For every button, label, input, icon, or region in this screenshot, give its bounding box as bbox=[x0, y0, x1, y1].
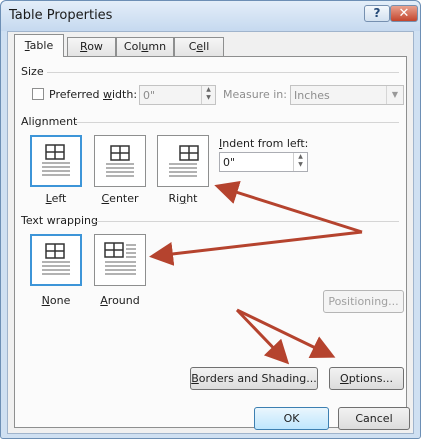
align-left-label[interactable]: Left bbox=[26, 192, 86, 205]
indent-from-left-spinner[interactable]: 0" ▲ ▼ bbox=[219, 152, 308, 172]
borders-mnemonic: B bbox=[191, 372, 199, 385]
table-properties-dialog: Table Properties ? ✕ Table Row ColUmn CE… bbox=[0, 0, 421, 439]
preferred-width-value: 0" bbox=[143, 89, 156, 102]
wrap-none-mnemonic: N bbox=[41, 294, 50, 307]
wrap-none-label-rest: one bbox=[49, 294, 71, 307]
table-tab-panel: Size Preferred width: 0" ▲ ▼ Measure in: … bbox=[14, 56, 407, 428]
align-right-label-pre: Ri bbox=[168, 192, 180, 205]
align-right-label-rest: ht bbox=[186, 192, 198, 205]
align-center-label-rest: enter bbox=[109, 192, 139, 205]
measure-in-label: Measure in: bbox=[223, 88, 287, 101]
align-right-icon bbox=[169, 145, 199, 177]
wrap-around-option[interactable] bbox=[94, 234, 146, 286]
indent-from-left-label: Indent from left: bbox=[219, 137, 308, 150]
text-wrapping-heading: Text wrapping bbox=[21, 214, 98, 227]
chevron-down-icon[interactable]: ▼ bbox=[386, 86, 403, 104]
wrap-around-mnemonic: A bbox=[100, 294, 108, 307]
measure-in-select[interactable]: Inches ▼ bbox=[290, 85, 404, 105]
text-wrapping-divider bbox=[95, 221, 399, 222]
preferred-width-label[interactable]: Preferred width: bbox=[49, 88, 137, 101]
alignment-heading: Alignment bbox=[21, 115, 78, 128]
wrap-around-label-rest: round bbox=[107, 294, 140, 307]
wrap-none-label[interactable]: None bbox=[26, 294, 86, 307]
dialog-body: Table Row ColUmn CEll Size Preferred wid… bbox=[7, 31, 414, 434]
preferred-width-spin-arrows[interactable]: ▲ ▼ bbox=[201, 86, 215, 104]
tab-row[interactable]: Row bbox=[67, 37, 116, 56]
preferred-width-checkbox[interactable] bbox=[32, 88, 44, 100]
spin-up-icon[interactable]: ▲ bbox=[202, 86, 215, 94]
spin-down-icon[interactable]: ▼ bbox=[294, 161, 307, 169]
preferred-width-label-post: idth: bbox=[112, 88, 138, 101]
preferred-width-mnemonic: w bbox=[103, 88, 112, 101]
align-right-option[interactable] bbox=[157, 135, 209, 187]
help-button[interactable]: ? bbox=[364, 5, 390, 22]
wrap-around-label[interactable]: Around bbox=[90, 294, 150, 307]
alignment-divider bbox=[75, 122, 399, 123]
align-left-option[interactable] bbox=[30, 135, 82, 187]
align-right-label[interactable]: Right bbox=[153, 192, 213, 205]
size-divider bbox=[47, 72, 399, 73]
ok-button[interactable]: OK bbox=[254, 407, 329, 430]
cancel-button[interactable]: Cancel bbox=[338, 407, 410, 430]
title-bar: Table Properties ? ✕ bbox=[1, 1, 420, 31]
align-center-label[interactable]: Center bbox=[90, 192, 150, 205]
wrap-none-icon bbox=[42, 243, 70, 275]
tab-cell-label: ll bbox=[203, 40, 210, 53]
close-button[interactable]: ✕ bbox=[390, 5, 418, 22]
positioning-button[interactable]: Positioning... bbox=[323, 290, 404, 313]
options-button[interactable]: Options... bbox=[329, 367, 404, 390]
preferred-width-spinner[interactable]: 0" ▲ ▼ bbox=[139, 85, 216, 105]
tab-column-label: mn bbox=[148, 40, 167, 53]
options-mnemonic: O bbox=[340, 372, 349, 385]
preferred-width-label-pre: Preferred bbox=[49, 88, 103, 101]
window-title: Table Properties bbox=[9, 8, 113, 23]
size-heading: Size bbox=[21, 65, 44, 78]
align-left-icon bbox=[42, 144, 70, 176]
wrap-none-option[interactable] bbox=[30, 234, 82, 286]
align-center-icon bbox=[106, 145, 134, 177]
indent-value: 0" bbox=[223, 156, 236, 169]
tab-table-label: able bbox=[29, 39, 54, 52]
indent-spin-arrows[interactable]: ▲ ▼ bbox=[293, 153, 307, 171]
tab-column-label-pre: Col bbox=[123, 40, 142, 53]
borders-label-rest: orders and Shading... bbox=[198, 372, 317, 385]
options-label-rest: ptions... bbox=[348, 372, 393, 385]
borders-and-shading-button[interactable]: Borders and Shading... bbox=[190, 367, 318, 390]
tab-table[interactable]: Table bbox=[14, 34, 64, 57]
align-left-label-rest: eft bbox=[51, 192, 67, 205]
wrap-around-icon bbox=[104, 242, 136, 275]
tab-row-label: ow bbox=[87, 40, 103, 53]
measure-in-value: Inches bbox=[294, 89, 330, 102]
tab-cell[interactable]: CEll bbox=[174, 37, 224, 56]
spin-down-icon[interactable]: ▼ bbox=[202, 94, 215, 102]
indent-label-rest: ndent from left: bbox=[222, 137, 309, 150]
align-center-option[interactable] bbox=[94, 135, 146, 187]
spin-up-icon[interactable]: ▲ bbox=[294, 153, 307, 161]
tab-column[interactable]: ColUmn bbox=[116, 37, 174, 56]
